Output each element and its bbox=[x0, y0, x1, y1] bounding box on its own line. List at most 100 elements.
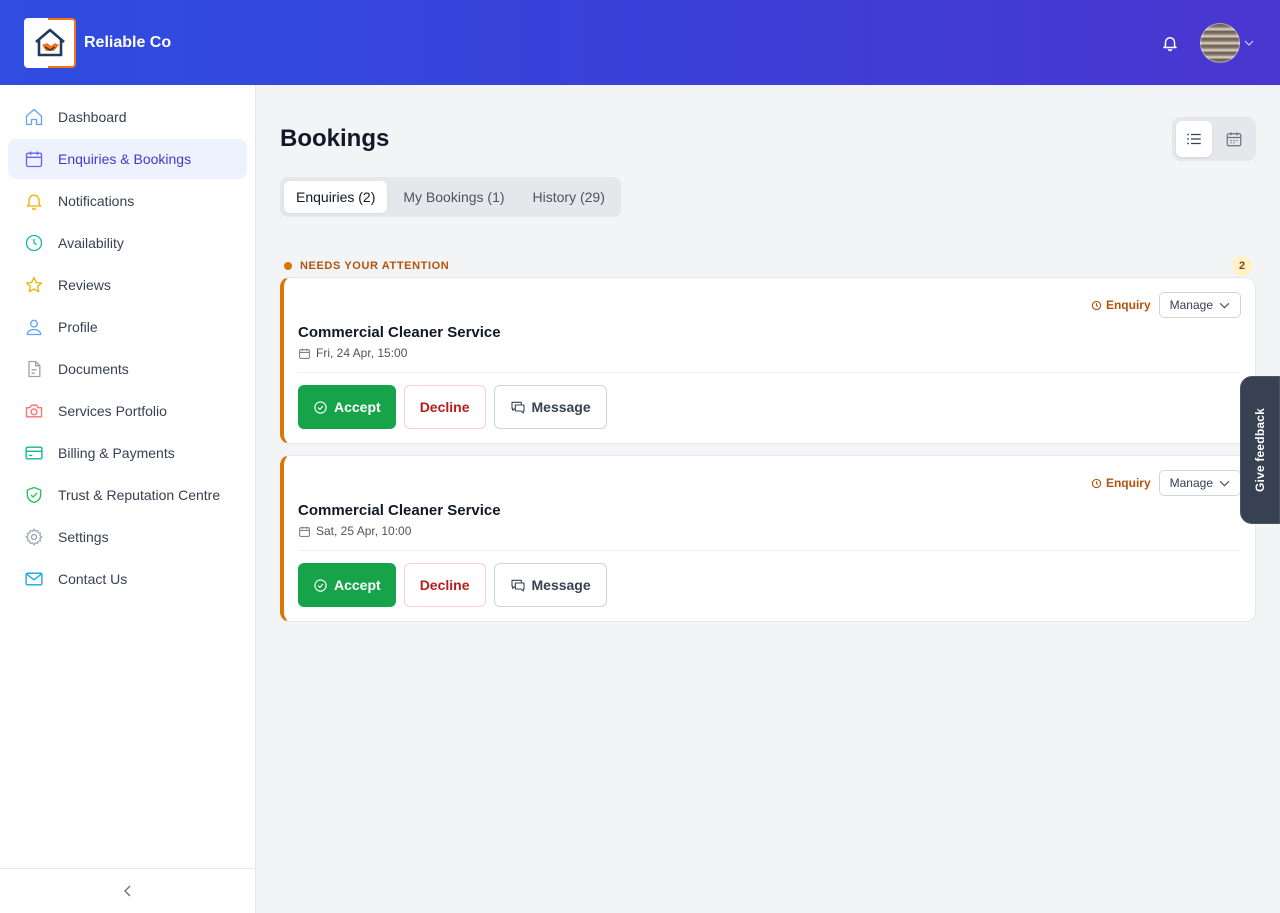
sidebar-item-billing-payments[interactable]: Billing & Payments bbox=[8, 433, 247, 473]
sidebar-item-label: Trust & Reputation Centre bbox=[58, 487, 221, 503]
sidebar-item-services-portfolio[interactable]: Services Portfolio bbox=[8, 391, 247, 431]
calendar-view-button[interactable] bbox=[1216, 121, 1252, 157]
tab-history[interactable]: History (29) bbox=[521, 181, 617, 213]
company-logo bbox=[24, 17, 76, 68]
clock-icon bbox=[25, 234, 43, 252]
status-badge: Enquiry bbox=[1091, 298, 1151, 312]
check-circle-icon bbox=[314, 578, 327, 592]
sidebar-item-label: Dashboard bbox=[58, 109, 127, 125]
manage-dropdown[interactable]: Manage bbox=[1158, 470, 1241, 496]
chevron-left-icon bbox=[123, 885, 130, 897]
sidebar-item-availability[interactable]: Availability bbox=[8, 223, 247, 263]
message-label: Message bbox=[531, 577, 591, 593]
star-icon bbox=[25, 276, 43, 293]
sidebar-item-reviews[interactable]: Reviews bbox=[8, 265, 247, 305]
accept-label: Accept bbox=[334, 399, 381, 415]
decline-label: Decline bbox=[419, 399, 470, 415]
attention-dot bbox=[284, 262, 292, 270]
booking-title: Commercial Cleaner Service bbox=[298, 324, 501, 341]
chevron-down-icon bbox=[1219, 302, 1230, 309]
sidebar-item-documents[interactable]: Documents bbox=[8, 349, 247, 389]
card-divider bbox=[298, 550, 1241, 551]
message-label: Message bbox=[531, 399, 591, 415]
sidebar-item-label: Reviews bbox=[58, 277, 111, 293]
shield-check-icon bbox=[26, 486, 42, 504]
sidebar-item-label: Enquiries & Bookings bbox=[58, 151, 192, 167]
top-header: Reliable Co bbox=[0, 0, 1280, 85]
accept-button[interactable]: Accept bbox=[298, 385, 396, 429]
card-divider bbox=[298, 372, 1241, 373]
chat-icon bbox=[510, 401, 525, 414]
house-handshake-logo-icon bbox=[35, 28, 65, 56]
decline-button[interactable]: Decline bbox=[403, 563, 486, 607]
calendar-icon bbox=[299, 526, 310, 537]
gear-icon bbox=[25, 528, 43, 546]
sidebar-item-settings[interactable]: Settings bbox=[8, 517, 247, 557]
booking-date: Fri, 24 Apr, 15:00 bbox=[298, 346, 1241, 360]
status-label: Enquiry bbox=[1105, 298, 1151, 312]
home-icon bbox=[25, 108, 43, 126]
booking-date-text: Sat, 25 Apr, 10:00 bbox=[316, 524, 412, 538]
camera-icon bbox=[25, 404, 43, 418]
sidebar-item-label: Profile bbox=[58, 319, 98, 335]
credit-card-icon bbox=[25, 446, 43, 460]
booking-tabs: Enquiries (2) My Bookings (1) History (2… bbox=[280, 177, 621, 217]
clock-icon bbox=[1091, 478, 1102, 488]
sidebar-item-label: Notifications bbox=[58, 193, 135, 209]
sidebar-item-label: Services Portfolio bbox=[58, 403, 167, 419]
sidebar-item-notifications[interactable]: Notifications bbox=[8, 181, 247, 221]
brand-name: Reliable Co bbox=[84, 33, 172, 51]
sidebar-item-label: Documents bbox=[58, 361, 129, 377]
sidebar-item-dashboard[interactable]: Dashboard bbox=[8, 97, 247, 137]
main-content: Bookings Enquiries (2) My Bookings (1) H… bbox=[256, 85, 1280, 913]
sidebar: Dashboard Enquiries & Bookings Notificat… bbox=[0, 85, 256, 913]
sidebar-item-label: Contact Us bbox=[58, 571, 128, 587]
status-badge: Enquiry bbox=[1091, 476, 1151, 490]
calendar-icon bbox=[1226, 132, 1242, 147]
give-feedback-tab[interactable]: Give feedback bbox=[1240, 376, 1280, 524]
sidebar-item-label: Billing & Payments bbox=[58, 445, 175, 461]
sidebar-item-enquiries-bookings[interactable]: Enquiries & Bookings bbox=[8, 139, 247, 179]
message-button[interactable]: Message bbox=[493, 385, 607, 429]
sidebar-item-label: Settings bbox=[58, 529, 109, 545]
calendar-icon bbox=[299, 348, 310, 359]
view-toggle bbox=[1172, 117, 1256, 161]
attention-label: NEEDS YOUR ATTENTION bbox=[300, 260, 450, 272]
sidebar-item-trust-reputation[interactable]: Trust & Reputation Centre bbox=[8, 475, 247, 515]
decline-label: Decline bbox=[419, 577, 470, 593]
enquiry-card: Enquiry Manage Commercial Cleaner Servic… bbox=[280, 277, 1256, 444]
tab-my-bookings[interactable]: My Bookings (1) bbox=[391, 181, 516, 213]
sidebar-item-profile[interactable]: Profile bbox=[8, 307, 247, 347]
booking-date: Sat, 25 Apr, 10:00 bbox=[298, 524, 1241, 538]
accept-button[interactable]: Accept bbox=[298, 563, 396, 607]
sidebar-nav: Dashboard Enquiries & Bookings Notificat… bbox=[0, 85, 255, 599]
booking-date-text: Fri, 24 Apr, 15:00 bbox=[316, 346, 408, 360]
clock-icon bbox=[1091, 300, 1102, 310]
feedback-label: Give feedback bbox=[1253, 408, 1268, 492]
list-icon bbox=[1187, 133, 1201, 145]
bell-icon bbox=[1163, 36, 1177, 51]
chevron-down-icon bbox=[1244, 40, 1254, 46]
attention-count-badge: 2 bbox=[1232, 256, 1252, 276]
message-button[interactable]: Message bbox=[493, 563, 607, 607]
manage-label: Manage bbox=[1169, 298, 1213, 312]
user-icon bbox=[26, 319, 42, 336]
check-circle-icon bbox=[314, 400, 327, 414]
manage-dropdown[interactable]: Manage bbox=[1158, 292, 1241, 318]
booking-title: Commercial Cleaner Service bbox=[298, 502, 501, 519]
bell-icon bbox=[26, 194, 42, 210]
document-icon bbox=[28, 360, 41, 378]
page-title: Bookings bbox=[280, 125, 390, 152]
accept-label: Accept bbox=[334, 577, 381, 593]
sidebar-item-label: Availability bbox=[58, 235, 124, 251]
user-menu[interactable] bbox=[1200, 22, 1254, 63]
tab-enquiries[interactable]: Enquiries (2) bbox=[284, 181, 388, 213]
chat-icon bbox=[510, 579, 525, 592]
sidebar-item-contact-us[interactable]: Contact Us bbox=[8, 559, 247, 599]
list-view-button[interactable] bbox=[1176, 121, 1212, 157]
brand[interactable]: Reliable Co bbox=[24, 17, 172, 68]
notifications-button[interactable] bbox=[1158, 31, 1182, 55]
chevron-down-icon bbox=[1219, 480, 1230, 487]
collapse-sidebar-button[interactable] bbox=[0, 868, 255, 913]
decline-button[interactable]: Decline bbox=[403, 385, 486, 429]
